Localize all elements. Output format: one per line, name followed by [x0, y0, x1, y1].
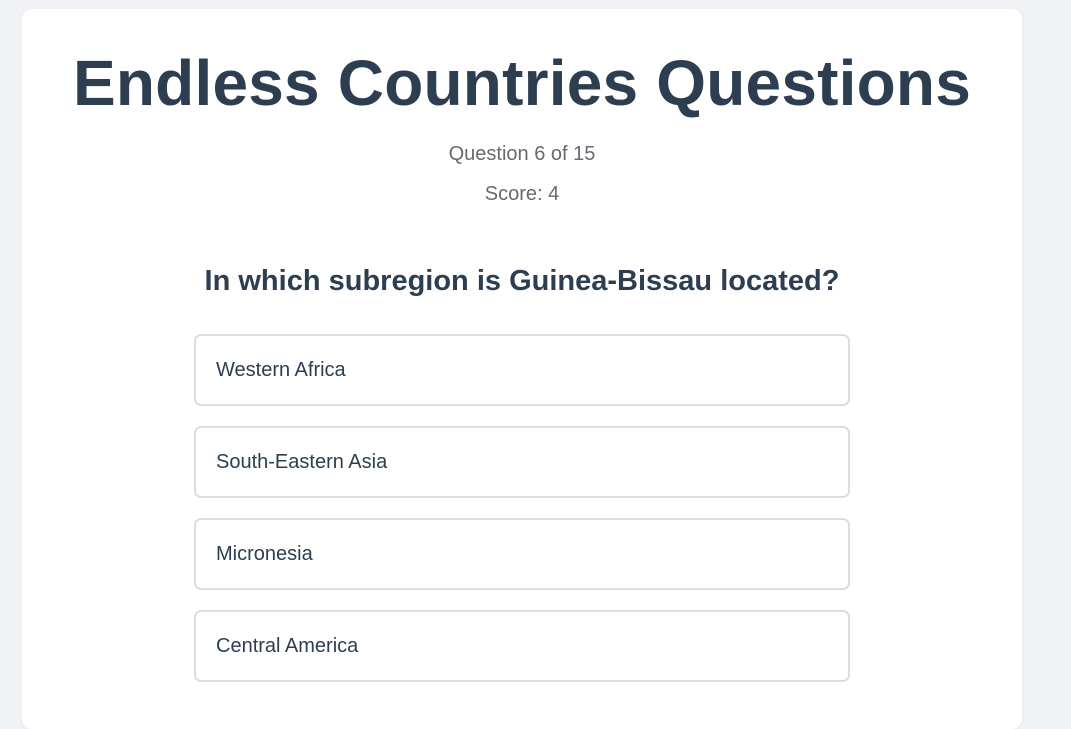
page-title: Endless Countries Questions: [72, 47, 972, 119]
quiz-card: Endless Countries Questions Question 6 o…: [22, 9, 1022, 729]
answer-option-micronesia[interactable]: Micronesia: [194, 518, 850, 590]
answer-option-western-africa[interactable]: Western Africa: [194, 334, 850, 406]
question-text: In which subregion is Guinea-Bissau loca…: [204, 265, 840, 297]
score-display: Score: 4: [484, 183, 560, 205]
question-progress: Question 6 of 15: [448, 143, 596, 165]
answer-options: Western Africa South-Eastern Asia Micron…: [194, 334, 850, 702]
answer-option-central-america[interactable]: Central America: [194, 610, 850, 682]
answer-option-south-eastern-asia[interactable]: South-Eastern Asia: [194, 426, 850, 498]
